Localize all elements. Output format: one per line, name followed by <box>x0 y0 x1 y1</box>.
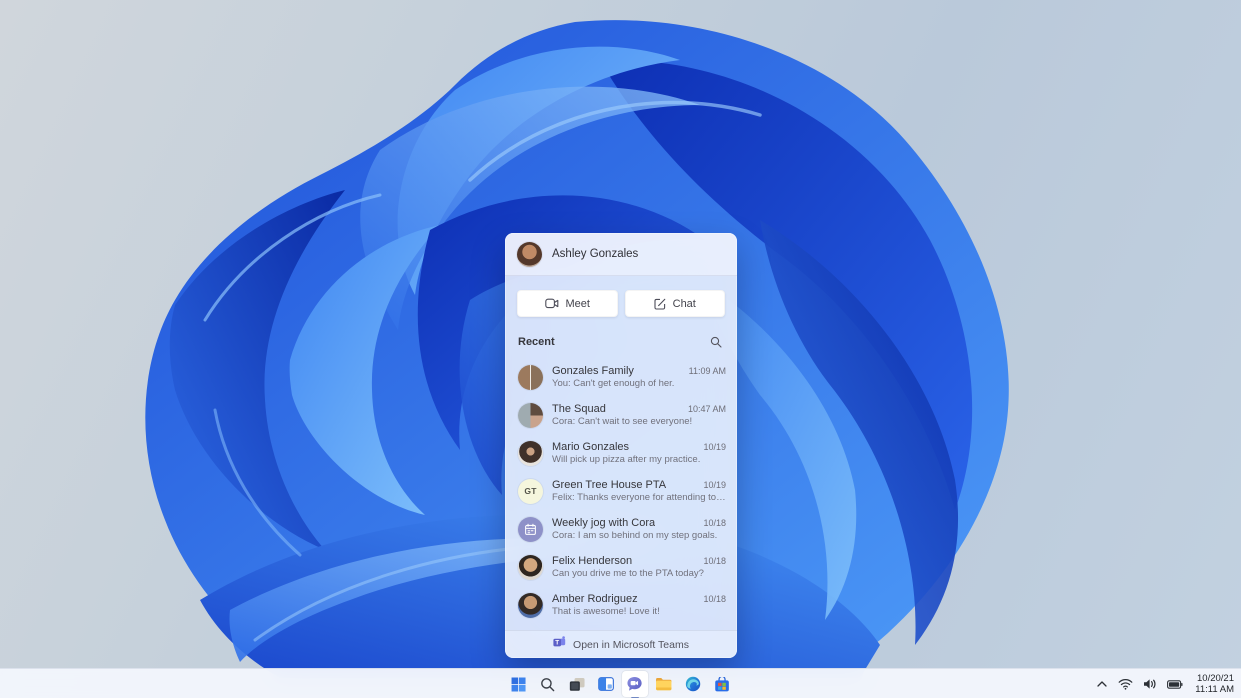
recent-conversation-list: Gonzales Family 11:09 AM You: Can't get en… <box>505 356 737 624</box>
conversation-preview: Will pick up pizza after my practice. <box>552 454 701 466</box>
open-in-teams-label: Open in Microsoft Teams <box>573 638 689 651</box>
system-tray: 10/20/21 11:11 AM <box>1093 669 1234 698</box>
volume-icon[interactable] <box>1140 671 1160 697</box>
chat-list-item[interactable]: Weekly jog with Cora 10/18 Cora: I am so b… <box>505 510 737 548</box>
conversation-name: The Squad <box>552 402 606 415</box>
conversation-preview: That is awesome! Love it! <box>552 606 660 618</box>
teams-chat-flyout: Ashley Gonzales Meet Chat Recent Gonzale… <box>505 233 737 658</box>
photo-avatar <box>518 364 543 390</box>
conversation-name: Felix Henderson <box>552 554 633 567</box>
chat-teams-button[interactable] <box>621 671 648 697</box>
store-button[interactable] <box>709 671 735 697</box>
chat-list-item[interactable]: Felix Henderson 10/18 Can you drive me to … <box>505 548 737 586</box>
conversation-summary: Green Tree House PTA 10/19 Felix: Thanks e… <box>552 479 726 504</box>
edge-browser-icon <box>685 676 701 692</box>
conversation-summary: Amber Rodriguez 10/18 That is awesome! Lov… <box>552 593 726 618</box>
widgets-button[interactable] <box>593 671 619 697</box>
conversation-preview: Felix: Thanks everyone for attending tod… <box>552 492 726 504</box>
taskbar-time: 11:11 AM <box>1195 684 1234 695</box>
photo-avatar <box>518 402 543 428</box>
wifi-icon[interactable] <box>1115 671 1136 697</box>
photo-avatar <box>518 440 543 466</box>
taskbar-clock[interactable]: 10/20/21 11:11 AM <box>1190 673 1234 695</box>
video-camera-icon <box>544 298 559 309</box>
recent-title: Recent <box>518 336 555 348</box>
taskbar-center-icons <box>506 669 735 698</box>
initials-avatar: GT <box>518 478 543 504</box>
search-icon <box>540 677 555 692</box>
conversation-name: Amber Rodriguez <box>552 592 638 605</box>
teams-chat-icon <box>626 676 643 692</box>
chat-button[interactable]: Chat <box>624 290 725 317</box>
chat-list-item[interactable]: The Squad 10:47 AM Cora: Can't wait to see… <box>505 396 737 434</box>
search-icon[interactable] <box>708 334 724 350</box>
flyout-header[interactable]: Ashley Gonzales <box>505 233 737 276</box>
chat-list-item[interactable]: Gonzales Family 11:09 AM You: Can't get en… <box>505 358 737 396</box>
microsoft-store-icon <box>714 676 730 692</box>
conversation-preview: Can you drive me to the PTA today? <box>552 568 704 580</box>
taskbar-date: 10/20/21 <box>1197 673 1234 684</box>
recent-section-header: Recent <box>505 317 737 356</box>
conversation-name: Green Tree House PTA <box>552 478 667 491</box>
chat-list-item[interactable]: Mario Gonzales 10/19 Will pick up pizza af… <box>505 434 737 472</box>
conversation-timestamp: 10/19 <box>703 479 726 490</box>
conversation-timestamp: 11:09 AM <box>688 365 726 376</box>
user-avatar <box>517 241 542 267</box>
widgets-icon <box>597 677 614 691</box>
file-explorer-button[interactable] <box>651 671 677 697</box>
photo-avatar <box>518 554 543 580</box>
start-button[interactable] <box>506 671 532 697</box>
svg-text:T: T <box>555 639 559 646</box>
teams-logo-icon: T <box>553 635 566 654</box>
conversation-timestamp: 10/19 <box>703 441 726 452</box>
conversation-name: Gonzales Family <box>552 364 634 377</box>
edge-button[interactable] <box>680 671 706 697</box>
open-in-teams-button[interactable]: T Open in Microsoft Teams <box>505 630 737 658</box>
conversation-summary: Gonzales Family 11:09 AM You: Can't get en… <box>552 365 726 390</box>
battery-icon[interactable] <box>1164 671 1186 697</box>
conversation-summary: Felix Henderson 10/18 Can you drive me to … <box>552 555 726 580</box>
conversation-timestamp: 10/18 <box>703 555 726 566</box>
conversation-name: Weekly jog with Cora <box>552 516 656 529</box>
taskbar: 10/20/21 11:11 AM <box>0 668 1241 698</box>
chat-button-label: Chat <box>672 297 696 310</box>
task-view-button[interactable] <box>564 671 590 697</box>
photo-avatar <box>518 592 543 618</box>
conversation-summary: Mario Gonzales 10/19 Will pick up pizza af… <box>552 441 726 466</box>
windows-start-icon <box>511 677 526 692</box>
tray-chevron-up-icon[interactable] <box>1093 671 1111 697</box>
conversation-preview: You: Can't get enough of her. <box>552 378 675 390</box>
conversation-name: Mario Gonzales <box>552 440 630 453</box>
meet-button-label: Meet <box>565 297 590 310</box>
conversation-preview: Cora: I am so behind on my step goals. <box>552 530 718 542</box>
search-button[interactable] <box>535 671 561 697</box>
conversation-timestamp: 10/18 <box>703 517 726 528</box>
quick-actions: Meet Chat <box>505 276 737 317</box>
chat-list-item[interactable]: Amber Rodriguez 10/18 That is awesome! Lov… <box>505 586 737 624</box>
meet-button[interactable]: Meet <box>517 290 618 317</box>
conversation-timestamp: 10:47 AM <box>687 403 726 414</box>
calendar-icon-avatar <box>518 516 543 542</box>
chat-list-item[interactable]: GT Green Tree House PTA 10/19 Felix: Thanks… <box>505 472 737 510</box>
conversation-summary: Weekly jog with Cora 10/18 Cora: I am so b… <box>552 517 726 542</box>
conversation-timestamp: 10/18 <box>703 593 726 604</box>
task-view-icon <box>569 677 585 692</box>
user-name: Ashley Gonzales <box>552 248 639 260</box>
compose-icon <box>654 298 666 310</box>
conversation-preview: Cora: Can't wait to see everyone! <box>552 416 693 428</box>
file-explorer-icon <box>655 677 672 691</box>
conversation-summary: The Squad 10:47 AM Cora: Can't wait to see… <box>552 403 726 428</box>
